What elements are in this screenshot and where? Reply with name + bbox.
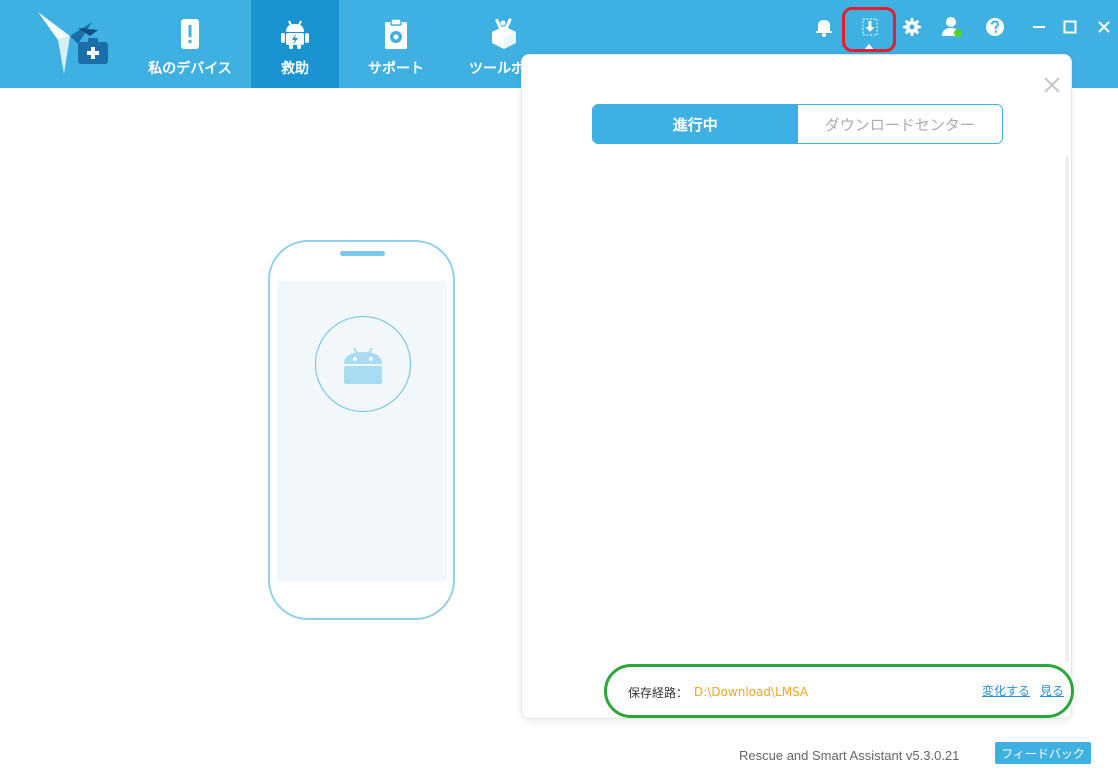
save-path-label: 保存経路：	[628, 685, 689, 700]
help-button[interactable]	[984, 16, 1006, 38]
close-icon	[1044, 77, 1060, 93]
tab-support-label: サポート	[368, 61, 424, 77]
maximize-button[interactable]	[1061, 18, 1079, 36]
bell-icon	[816, 20, 832, 37]
tab-rescue[interactable]: 救助	[251, 0, 339, 88]
panel-scrollbar[interactable]	[1065, 155, 1069, 663]
view-path-link[interactable]: 見る	[1040, 682, 1064, 699]
window-close-button[interactable]	[1095, 18, 1113, 36]
download-button[interactable]	[859, 16, 881, 38]
phone-screen	[277, 281, 447, 581]
save-path-value: D:\Download\LMSA	[694, 685, 809, 699]
download-tabs: 進行中 ダウンロードセンター	[592, 104, 1003, 144]
phone-alert-icon	[181, 19, 199, 49]
phone-speaker	[340, 251, 385, 256]
tab-download-center[interactable]: ダウンロードセンター	[797, 105, 1002, 143]
change-path-link[interactable]: 変化する	[982, 682, 1030, 699]
download-popover-caret	[864, 44, 874, 50]
help-icon	[986, 18, 1004, 36]
app-logo-icon	[34, 10, 112, 76]
phone-illustration	[268, 240, 455, 620]
app-window: 私のデバイス 救助 サポート ツールボッ 進行中 ダウンロードセンター 保存経路…	[0, 0, 1118, 773]
minimize-icon	[1033, 26, 1045, 28]
download-icon	[862, 18, 878, 36]
tab-rescue-label: 救助	[281, 61, 309, 77]
settings-button[interactable]	[901, 16, 923, 38]
notification-button[interactable]	[813, 16, 835, 38]
clipboard-support-icon	[385, 18, 407, 49]
android-rescue-icon	[281, 20, 309, 49]
download-panel: 進行中 ダウンロードセンター 保存経路： D:\Download\LMSA 変化…	[521, 54, 1072, 719]
feedback-button[interactable]: フィードバック	[995, 742, 1091, 764]
maximize-icon	[1063, 20, 1077, 34]
gear-icon	[903, 18, 921, 36]
android-circle	[315, 316, 411, 412]
minimize-button[interactable]	[1030, 18, 1048, 36]
tab-my-device-label: 私のデバイス	[148, 61, 232, 77]
account-button[interactable]	[941, 16, 963, 38]
user-icon	[942, 17, 962, 37]
android-icon	[344, 347, 382, 384]
tab-support[interactable]: サポート	[352, 0, 440, 88]
app-version: Rescue and Smart Assistant v5.3.0.21	[739, 748, 960, 763]
tab-in-progress[interactable]: 進行中	[593, 105, 798, 143]
tab-my-device[interactable]: 私のデバイス	[146, 0, 234, 88]
save-path-row: 保存経路： D:\Download\LMSA 変化する 見る	[628, 682, 1064, 702]
close-icon	[1098, 21, 1110, 33]
toolbox-icon	[492, 18, 516, 49]
panel-close-button[interactable]	[1042, 75, 1062, 95]
